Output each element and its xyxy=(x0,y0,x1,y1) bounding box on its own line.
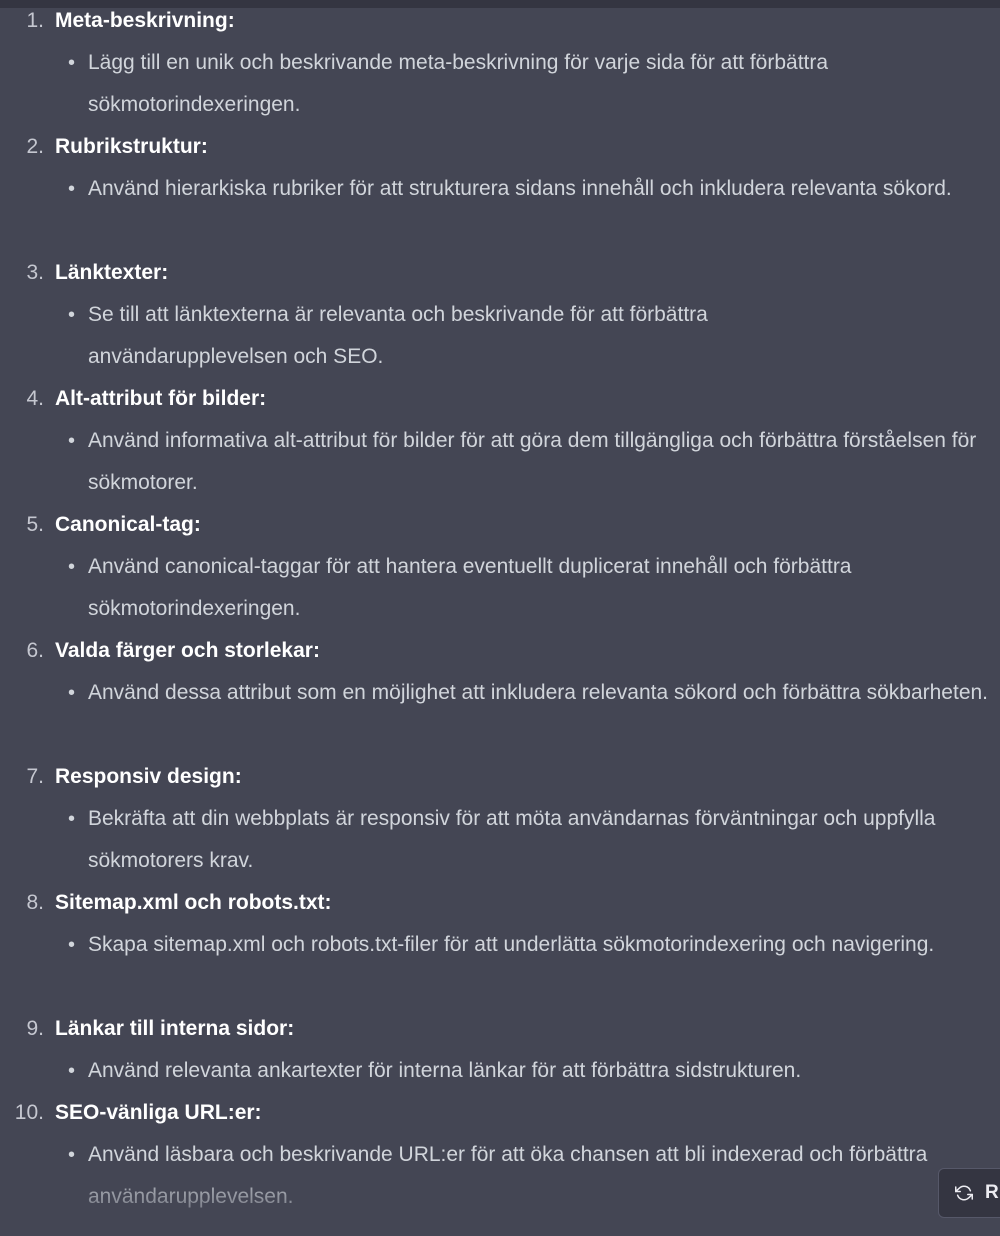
bullet-icon: • xyxy=(68,178,76,200)
list-number: 7. xyxy=(26,765,44,788)
list-item-title: Responsiv design: xyxy=(55,765,242,788)
list-item-title: Meta-beskrivning: xyxy=(55,9,235,32)
list-item-text: Använd hierarkiska rubriker för att stru… xyxy=(88,177,952,200)
list-number: 9. xyxy=(26,1017,44,1040)
bullet-icon: • xyxy=(68,430,76,452)
list-item-text: Använd canonical-taggar för att hantera … xyxy=(88,555,852,620)
regenerate-button[interactable]: R xyxy=(938,1168,1000,1218)
bullet-icon: • xyxy=(68,682,76,704)
bullet-icon: • xyxy=(68,52,76,74)
list-item-title: SEO-vänliga URL:er: xyxy=(55,1101,262,1124)
list-item-title: Sitemap.xml och robots.txt: xyxy=(55,891,332,914)
bullet-icon: • xyxy=(68,934,76,956)
list-item-text: Använd informativa alt-attribut för bild… xyxy=(88,429,977,494)
list-item-title: Rubrikstruktur: xyxy=(55,135,208,158)
regenerate-icon xyxy=(955,1185,973,1201)
bullet-icon: • xyxy=(68,1060,76,1082)
bullet-icon: • xyxy=(68,808,76,830)
list-number: 8. xyxy=(26,891,44,914)
list-item-text: Skapa sitemap.xml och robots.txt-filer f… xyxy=(88,933,935,956)
list-number: 4. xyxy=(26,387,44,410)
list-number: 2. xyxy=(26,135,44,158)
list-item-title: Valda färger och storlekar: xyxy=(55,639,320,662)
bullet-icon: • xyxy=(68,1144,76,1166)
list-number: 10. xyxy=(14,1101,44,1124)
bullet-icon: • xyxy=(68,556,76,578)
list-item-text: Använd dessa attribut som en möjlighet a… xyxy=(88,681,989,704)
list-item-text: Använd läsbara och beskrivande URL:er fö… xyxy=(88,1143,928,1208)
list-item-text: Använd relevanta ankartexter för interna… xyxy=(88,1059,802,1082)
list-number: 6. xyxy=(26,639,44,662)
list-item-title: Länktexter: xyxy=(55,261,169,284)
list-item-text: Bekräfta att din webbplats är responsiv … xyxy=(88,807,936,872)
list-number: 1. xyxy=(26,9,44,32)
message-content: 1. Meta-beskrivning: • Lägg till en unik… xyxy=(0,0,1000,1236)
bullet-icon: • xyxy=(68,304,76,326)
list-number: 5. xyxy=(26,513,44,536)
list-item-text: Lägg till en unik och beskrivande meta-b… xyxy=(88,51,829,116)
regenerate-label: R xyxy=(985,1182,999,1203)
list-item-title: Länkar till interna sidor: xyxy=(55,1017,295,1040)
list-number: 3. xyxy=(26,261,44,284)
list-item-text: Se till att länktexterna är relevanta oc… xyxy=(88,303,708,368)
list-item-title: Canonical-tag: xyxy=(55,513,201,536)
list-item-title: Alt-attribut för bilder: xyxy=(55,387,267,410)
